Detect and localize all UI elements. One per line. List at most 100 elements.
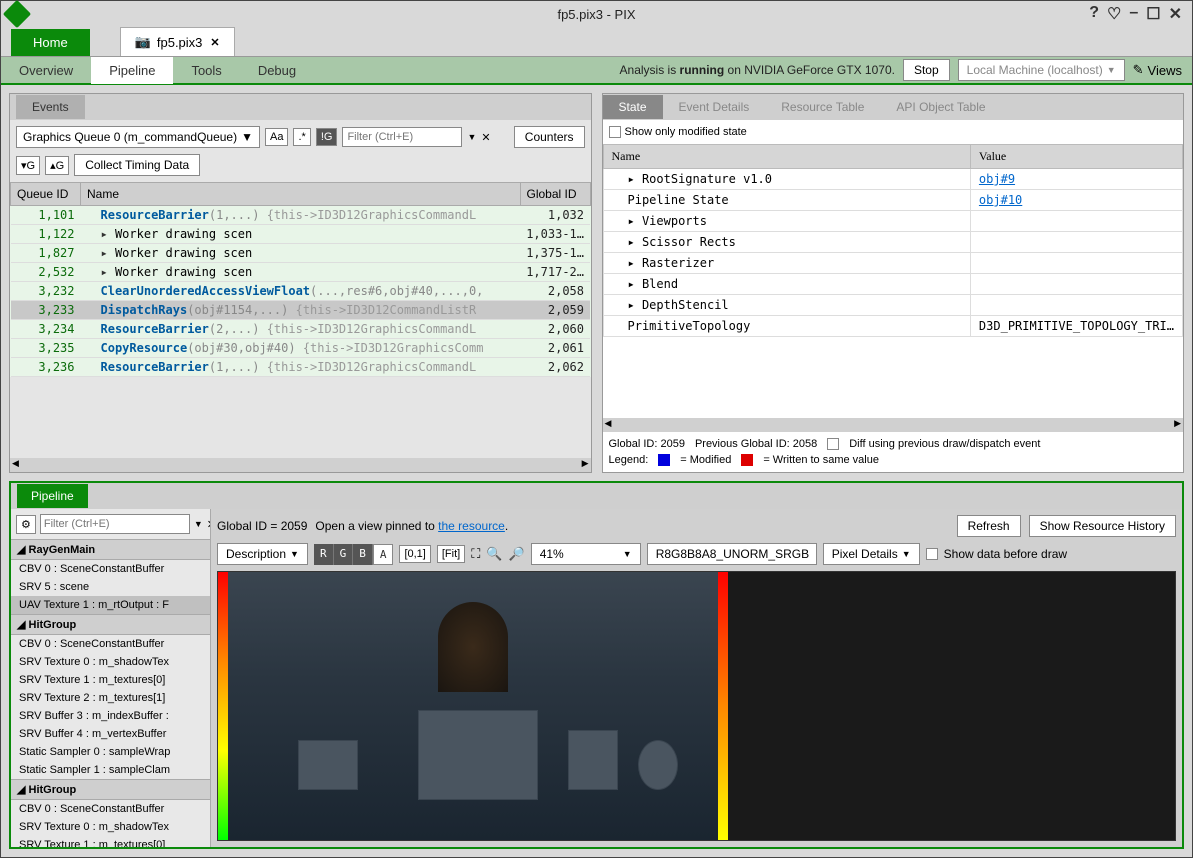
tree-item[interactable]: SRV Texture 2 : m_textures[1] xyxy=(11,689,210,707)
tree-item[interactable]: SRV Buffer 4 : m_vertexBuffer xyxy=(11,725,210,743)
image-view[interactable] xyxy=(217,571,1176,841)
table-row[interactable]: 3,235CopyResource(obj#30,obj#40) {this->… xyxy=(11,339,591,358)
ig-toggle[interactable]: !G xyxy=(316,128,338,146)
diff-label: Diff using previous draw/dispatch event xyxy=(849,438,1040,450)
state-table[interactable]: Name Value ▸ RootSignature v1.0obj#9Pipe… xyxy=(603,144,1184,337)
table-row[interactable]: ▸ Scissor Rects xyxy=(603,232,1183,253)
tree-item[interactable]: SRV Buffer 3 : m_indexBuffer : xyxy=(11,707,210,725)
tree-item[interactable]: UAV Texture 1 : m_rtOutput : F xyxy=(11,596,210,614)
tree-item[interactable]: SRV Texture 0 : m_shadowTex xyxy=(11,818,210,836)
events-filter-input[interactable] xyxy=(342,127,462,147)
tree-item[interactable]: SRV Texture 1 : m_textures[0] xyxy=(11,671,210,689)
tab-pipeline[interactable]: Pipeline xyxy=(91,56,173,84)
show-history-button[interactable]: Show Resource History xyxy=(1029,515,1176,537)
tree-item[interactable]: CBV 0 : SceneConstantBuffer xyxy=(11,560,210,578)
state-col-value[interactable]: Value xyxy=(970,145,1182,169)
table-row[interactable]: PrimitiveTopologyD3D_PRIMITIVE_TOPOLOGY_… xyxy=(603,316,1183,337)
rgb-toggles[interactable]: R G B A xyxy=(314,544,394,565)
table-row[interactable]: 3,233DispatchRays(obj#1154,...) {this->I… xyxy=(11,301,591,320)
table-row[interactable]: 1,827▸ Worker drawing scen1,375-1… xyxy=(11,244,591,263)
views-button[interactable]: ✎ Views xyxy=(1133,62,1182,78)
tree-item[interactable]: Static Sampler 0 : sampleWrap xyxy=(11,743,210,761)
events-table[interactable]: Queue ID Name Global ID 1,101ResourceBar… xyxy=(10,182,591,377)
format-dropdown[interactable]: R8G8B8A8_UNORM_SRGB xyxy=(647,543,817,565)
clear-filter-icon[interactable] xyxy=(481,130,490,144)
tab-resource-table[interactable]: Resource Table xyxy=(765,95,880,119)
tab-api-object-table[interactable]: API Object Table xyxy=(880,95,1001,119)
pipeline-tree[interactable]: ◢ RayGenMainCBV 0 : SceneConstantBufferS… xyxy=(11,539,210,847)
table-row[interactable]: 3,232ClearUnorderedAccessViewFloat(...,r… xyxy=(11,282,591,301)
show-before-checkbox[interactable] xyxy=(926,548,938,560)
col-queue-id[interactable]: Queue ID xyxy=(11,183,81,206)
b-toggle[interactable]: B xyxy=(353,544,373,565)
description-dropdown[interactable]: Description▼ xyxy=(217,543,308,565)
fit-button[interactable]: [Fit] xyxy=(437,545,465,563)
table-row[interactable]: 1,101ResourceBarrier(1,...) {this->ID3D1… xyxy=(11,206,591,225)
tree-group[interactable]: ◢ HitGroup xyxy=(11,614,210,635)
show-modified-checkbox[interactable] xyxy=(609,126,621,138)
resource-link[interactable]: the resource xyxy=(438,519,505,533)
machine-dropdown[interactable]: Local Machine (localhost)▼ xyxy=(958,59,1125,81)
state-h-scrollbar[interactable]: ◀▶ xyxy=(603,418,1184,432)
gradient-left xyxy=(218,572,228,840)
tab-tools[interactable]: Tools xyxy=(173,57,239,84)
tree-group[interactable]: ◢ RayGenMain xyxy=(11,539,210,560)
tab-file[interactable]: 📷 fp5.pix3 ✕ xyxy=(120,27,235,56)
timing-button[interactable]: Collect Timing Data xyxy=(74,154,200,176)
pipeline-filter-input[interactable] xyxy=(40,514,190,534)
tree-item[interactable]: CBV 0 : SceneConstantBuffer xyxy=(11,800,210,818)
g-toggle[interactable]: G xyxy=(334,544,354,565)
edit-icon: ✎ xyxy=(1133,62,1144,78)
col-global-id[interactable]: Global ID xyxy=(520,183,590,206)
tree-item[interactable]: CBV 0 : SceneConstantBuffer xyxy=(11,635,210,653)
tab-event-details[interactable]: Event Details xyxy=(663,95,766,119)
titlebar: fp5.pix3 - PIX ? ♡ – ☐ ✕ xyxy=(1,1,1192,27)
table-row[interactable]: ▸ Blend xyxy=(603,274,1183,295)
tab-debug[interactable]: Debug xyxy=(240,57,314,84)
table-row[interactable]: ▸ DepthStencil xyxy=(603,295,1183,316)
zoom-dropdown[interactable]: 41%▼ xyxy=(531,543,641,565)
col-name[interactable]: Name xyxy=(81,183,521,206)
a-toggle[interactable]: A xyxy=(373,544,394,565)
tab-state[interactable]: State xyxy=(603,95,663,119)
tab-home[interactable]: Home xyxy=(11,29,90,56)
range-button[interactable]: [0,1] xyxy=(399,545,430,563)
tree-item[interactable]: SRV 5 : scene xyxy=(11,578,210,596)
scroll-right-icon[interactable]: ▶ xyxy=(582,458,589,472)
tree-item[interactable]: SRV Texture 0 : m_shadowTex xyxy=(11,653,210,671)
table-row[interactable]: Pipeline Stateobj#10 xyxy=(603,190,1183,211)
h-scrollbar[interactable]: ◀ ▶ xyxy=(10,458,591,472)
zoom-out-icon[interactable]: 🔍 xyxy=(486,546,502,562)
pixel-details-dropdown[interactable]: Pixel Details▼ xyxy=(823,543,920,565)
state-col-name[interactable]: Name xyxy=(603,145,970,169)
diff-checkbox[interactable] xyxy=(827,438,839,450)
table-row[interactable]: 3,236ResourceBarrier(1,...) {this->ID3D1… xyxy=(11,358,591,377)
refresh-button[interactable]: Refresh xyxy=(957,515,1021,537)
table-row[interactable]: ▸ Rasterizer xyxy=(603,253,1183,274)
table-row[interactable]: ▸ RootSignature v1.0obj#9 xyxy=(603,169,1183,190)
table-row[interactable]: 2,532▸ Worker drawing scen1,717-2… xyxy=(11,263,591,282)
stop-button[interactable]: Stop xyxy=(903,59,950,81)
tree-item[interactable]: Static Sampler 1 : sampleClam xyxy=(11,761,210,779)
tab-close-icon[interactable]: ✕ xyxy=(210,36,219,49)
expand-icon[interactable]: ⛶ xyxy=(471,546,480,562)
down-g-button[interactable]: ▾G xyxy=(16,156,40,175)
table-row[interactable]: 3,234ResourceBarrier(2,...) {this->ID3D1… xyxy=(11,320,591,339)
legend-written-label: = Written to same value xyxy=(763,454,879,466)
tree-group[interactable]: ◢ HitGroup xyxy=(11,779,210,800)
counters-button[interactable]: Counters xyxy=(514,126,585,148)
filter-dropdown-icon[interactable]: ▼ xyxy=(467,132,476,142)
queue-dropdown[interactable]: Graphics Queue 0 (m_commandQueue)▼ xyxy=(16,126,260,148)
filter-dd-icon[interactable]: ▼ xyxy=(194,519,203,529)
tab-overview[interactable]: Overview xyxy=(1,57,91,84)
gear-icon[interactable] xyxy=(16,515,36,534)
regex-toggle[interactable]: .* xyxy=(293,128,310,146)
up-g-button[interactable]: ▴G xyxy=(45,156,69,175)
case-toggle[interactable]: Aa xyxy=(265,128,288,146)
table-row[interactable]: ▸ Viewports xyxy=(603,211,1183,232)
table-row[interactable]: 1,122▸ Worker drawing scen1,033-1… xyxy=(11,225,591,244)
r-toggle[interactable]: R xyxy=(314,544,334,565)
tree-item[interactable]: SRV Texture 1 : m_textures[0] xyxy=(11,836,210,847)
scroll-left-icon[interactable]: ◀ xyxy=(12,458,19,472)
zoom-in-icon[interactable]: 🔎 xyxy=(509,546,525,562)
